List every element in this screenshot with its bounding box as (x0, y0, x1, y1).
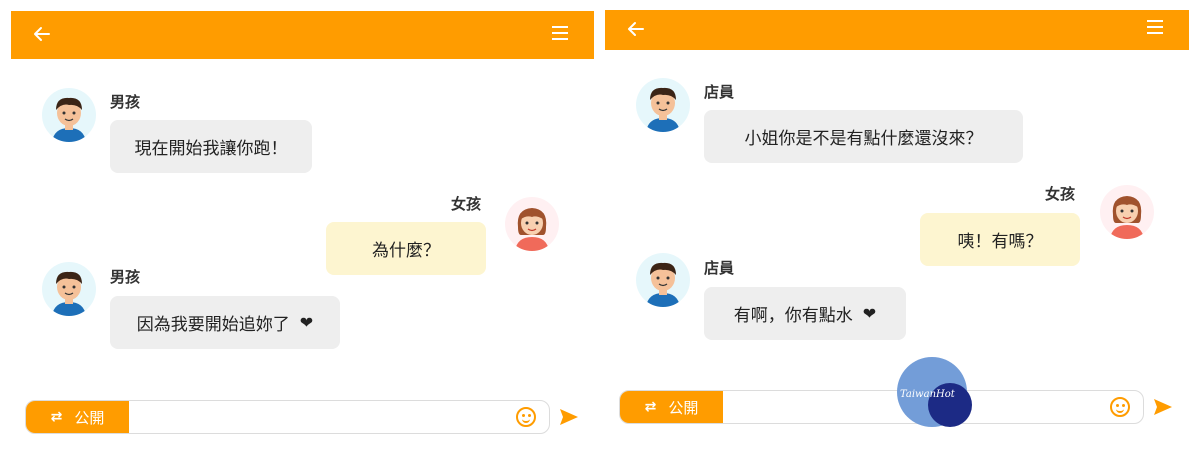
visibility-label: 公開 (668, 398, 699, 417)
message-input-bar: ⇄ 公開 (619, 390, 1144, 424)
message-text: 咦！有嗎？ (957, 232, 1043, 252)
avatar (42, 88, 96, 142)
heart-icon: ❤ (299, 313, 314, 332)
send-button[interactable] (1153, 397, 1173, 421)
visibility-toggle-button[interactable]: ⇄ 公開 (620, 391, 723, 423)
sender-name: 店員 (704, 83, 735, 101)
sender-name: 男孩 (110, 93, 141, 111)
boy-avatar-icon (52, 271, 86, 316)
girl-avatar-icon (1110, 196, 1144, 239)
back-arrow-icon (34, 27, 50, 41)
message-input[interactable] (136, 401, 513, 433)
boy-avatar-icon (646, 262, 680, 307)
visibility-toggle-button[interactable]: ⇄ 公開 (26, 401, 129, 433)
message-text: 小姐你是不是有點什麼還沒來？ (744, 129, 983, 149)
chat-panel-left: 男孩 現在開始我讓你跑！ 女孩 為什麼？ 男孩 因為我要開始追妳了 ❤ ⇄ 公開 (0, 0, 600, 450)
boy-avatar-icon (646, 87, 680, 132)
menu-button[interactable] (1147, 20, 1163, 34)
emoji-icon[interactable] (516, 407, 536, 427)
message-text: 有啊，你有點水 (733, 306, 853, 326)
sender-name: 女孩 (451, 195, 482, 213)
back-button[interactable] (627, 20, 645, 41)
message-text: 因為我要開始追妳了 (136, 315, 290, 335)
avatar (636, 253, 690, 307)
back-arrow-icon (628, 22, 644, 36)
message-bubble: 小姐你是不是有點什麼還沒來？ (704, 110, 1023, 163)
swap-icon: ⇄ (50, 409, 63, 425)
send-button[interactable] (559, 407, 579, 431)
sender-name: 男孩 (110, 268, 141, 286)
avatar (1100, 185, 1154, 239)
girl-avatar-icon (515, 208, 549, 251)
heart-icon: ❤ (862, 304, 877, 323)
sender-name: 店員 (704, 259, 735, 277)
swap-icon: ⇄ (644, 399, 657, 415)
message-bubble: 有啊，你有點水 ❤ (704, 287, 906, 340)
avatar (636, 78, 690, 132)
send-icon (560, 409, 578, 425)
chat-header (605, 10, 1189, 50)
message-bubble: 因為我要開始追妳了 ❤ (110, 296, 340, 349)
message-bubble: 為什麼？ (326, 222, 486, 275)
send-icon (1154, 399, 1172, 415)
message-bubble: 現在開始我讓你跑！ (110, 120, 312, 173)
boy-avatar-icon (52, 97, 86, 142)
avatar (505, 197, 559, 251)
message-text: 現在開始我讓你跑！ (134, 139, 288, 159)
chat-header (11, 11, 594, 59)
sender-name: 女孩 (1045, 185, 1076, 203)
avatar (42, 262, 96, 316)
emoji-icon[interactable] (1110, 397, 1130, 417)
menu-icon (552, 26, 568, 40)
watermark-text: TaiwanHot (900, 389, 955, 400)
message-input-bar: ⇄ 公開 (25, 400, 550, 434)
menu-icon (1147, 20, 1163, 34)
visibility-label: 公開 (74, 408, 105, 427)
message-bubble: 咦！有嗎？ (920, 213, 1080, 266)
back-button[interactable] (33, 25, 51, 46)
menu-button[interactable] (552, 26, 568, 40)
message-text: 為什麼？ (372, 241, 440, 261)
